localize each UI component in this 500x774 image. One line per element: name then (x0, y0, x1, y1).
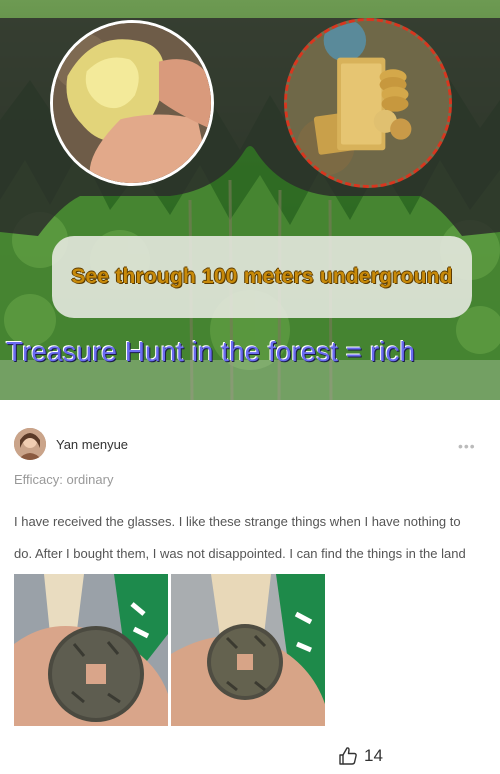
avatar[interactable] (14, 428, 46, 460)
banner-headline: Treasure Hunt in the forest = rich (6, 336, 416, 367)
efficacy-label: Efficacy: ordinary (14, 472, 114, 487)
more-dots-icon[interactable]: ••• (458, 438, 476, 454)
review-card: Yan menyue ••• Efficacy: ordinary I have… (0, 400, 500, 774)
tagline-box: See through 100 meters underground (52, 236, 472, 318)
like-count: 14 (364, 746, 383, 765)
gold-nugget-lens (50, 20, 214, 186)
review-line: I have received the glasses. I like thes… (14, 514, 461, 529)
review-line: do. After I bought them, I was not disap… (14, 546, 466, 561)
tagline-text: See through 100 meters underground (71, 265, 453, 288)
reviewer-name[interactable]: Yan menyue (56, 437, 128, 452)
review-photo[interactable] (14, 574, 168, 726)
promo-banner: See through 100 meters underground Treas… (0, 0, 500, 400)
gold-bars-lens (284, 18, 452, 188)
review-text: I have received the glasses. I like thes… (14, 506, 494, 570)
like-button[interactable]: 14 (338, 746, 383, 766)
review-photo[interactable] (171, 574, 325, 726)
thumbs-up-icon (338, 746, 358, 766)
